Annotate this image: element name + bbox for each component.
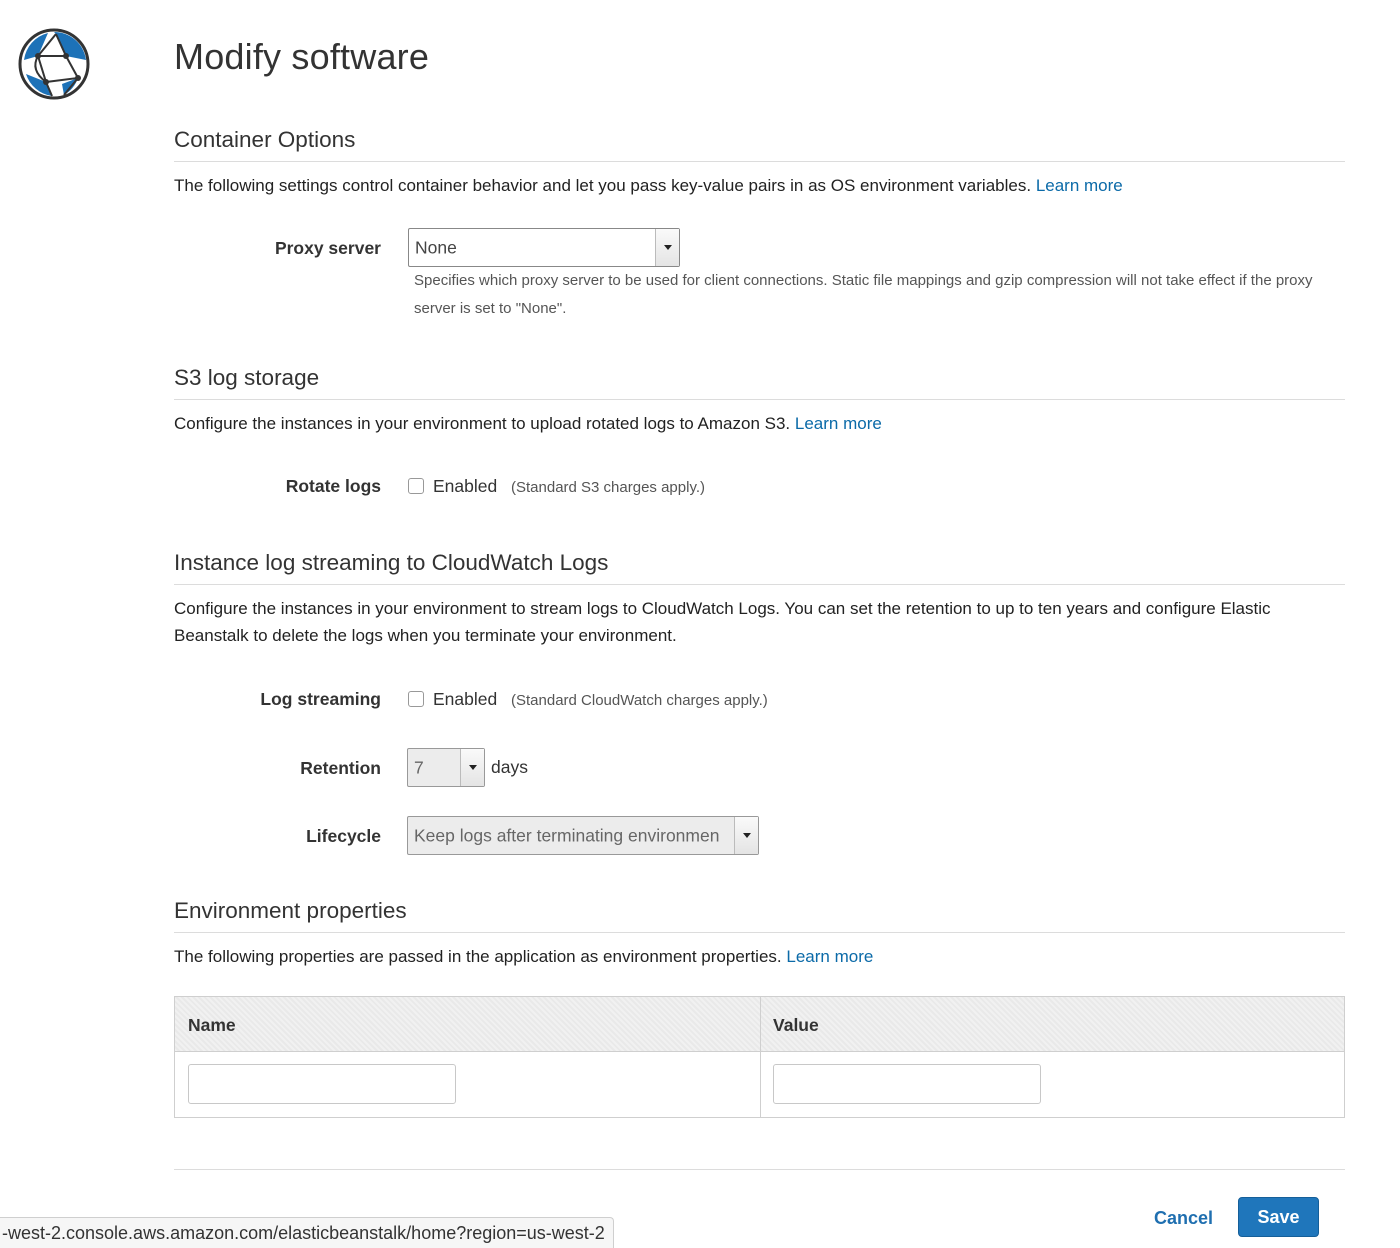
log-streaming-enabled-label[interactable]: Enabled [433, 689, 497, 710]
save-button[interactable]: Save [1238, 1197, 1319, 1237]
proxy-server-label: Proxy server [274, 238, 381, 258]
section-divider [174, 584, 1345, 585]
chevron-down-icon [460, 749, 484, 786]
globe-network-icon [18, 28, 90, 100]
page-title: Modify software [174, 36, 430, 77]
log-streaming-checkbox[interactable] [408, 691, 424, 707]
lifecycle-selected-value: Keep logs after terminating environmen [414, 825, 720, 845]
environment-properties-heading: Environment properties [174, 898, 407, 923]
retention-selected-value: 7 [414, 757, 424, 777]
cancel-button[interactable]: Cancel [1154, 1208, 1213, 1229]
chevron-down-icon [734, 817, 758, 854]
cloudwatch-heading: Instance log streaming to CloudWatch Log… [174, 550, 609, 575]
column-divider [760, 997, 761, 1117]
rotate-logs-checkbox[interactable] [408, 478, 424, 494]
environment-properties-learn-more-link[interactable]: Learn more [786, 947, 873, 966]
proxy-server-select[interactable]: None [408, 228, 680, 267]
chevron-down-icon [655, 229, 679, 266]
retention-unit: days [491, 757, 528, 777]
s3-log-storage-description: Configure the instances in your environm… [174, 410, 1344, 437]
container-options-learn-more-link[interactable]: Learn more [1036, 176, 1123, 195]
proxy-server-help-text: Specifies which proxy server to be used … [414, 272, 1313, 317]
status-bar-url: -west-2.console.aws.amazon.com/elasticbe… [0, 1217, 614, 1248]
rotate-logs-enabled-label[interactable]: Enabled [433, 476, 497, 497]
s3-log-storage-heading: S3 log storage [174, 365, 320, 390]
retention-select[interactable]: 7 [407, 748, 485, 787]
property-name-input[interactable] [188, 1064, 456, 1104]
cloudwatch-description: Configure the instances in your environm… [174, 599, 1271, 645]
container-options-heading: Container Options [174, 127, 356, 152]
footer-divider [174, 1169, 1345, 1170]
log-streaming-label: Log streaming [260, 689, 381, 709]
log-streaming-note: (Standard CloudWatch charges apply.) [511, 692, 768, 709]
column-header-name: Name [188, 1015, 236, 1035]
section-divider [174, 161, 1345, 162]
property-value-input[interactable] [773, 1064, 1041, 1104]
rotate-logs-note: (Standard S3 charges apply.) [511, 479, 705, 496]
retention-label: Retention [300, 758, 381, 778]
lifecycle-select[interactable]: Keep logs after terminating environmen [407, 816, 759, 855]
container-options-description: The following settings control container… [174, 172, 1344, 199]
environment-properties-table: Name Value [174, 996, 1345, 1118]
section-divider [174, 399, 1345, 400]
environment-properties-description-text: The following properties are passed in t… [174, 947, 782, 966]
section-divider [174, 932, 1345, 933]
container-options-description-text: The following settings control container… [174, 176, 1032, 195]
s3-log-storage-description-text: Configure the instances in your environm… [174, 414, 791, 433]
column-header-value: Value [773, 1015, 819, 1035]
rotate-logs-label: Rotate logs [285, 476, 381, 496]
s3-log-storage-learn-more-link[interactable]: Learn more [795, 414, 882, 433]
proxy-server-selected-value: None [415, 237, 457, 257]
environment-properties-description: The following properties are passed in t… [174, 943, 1344, 970]
lifecycle-label: Lifecycle [306, 826, 381, 846]
